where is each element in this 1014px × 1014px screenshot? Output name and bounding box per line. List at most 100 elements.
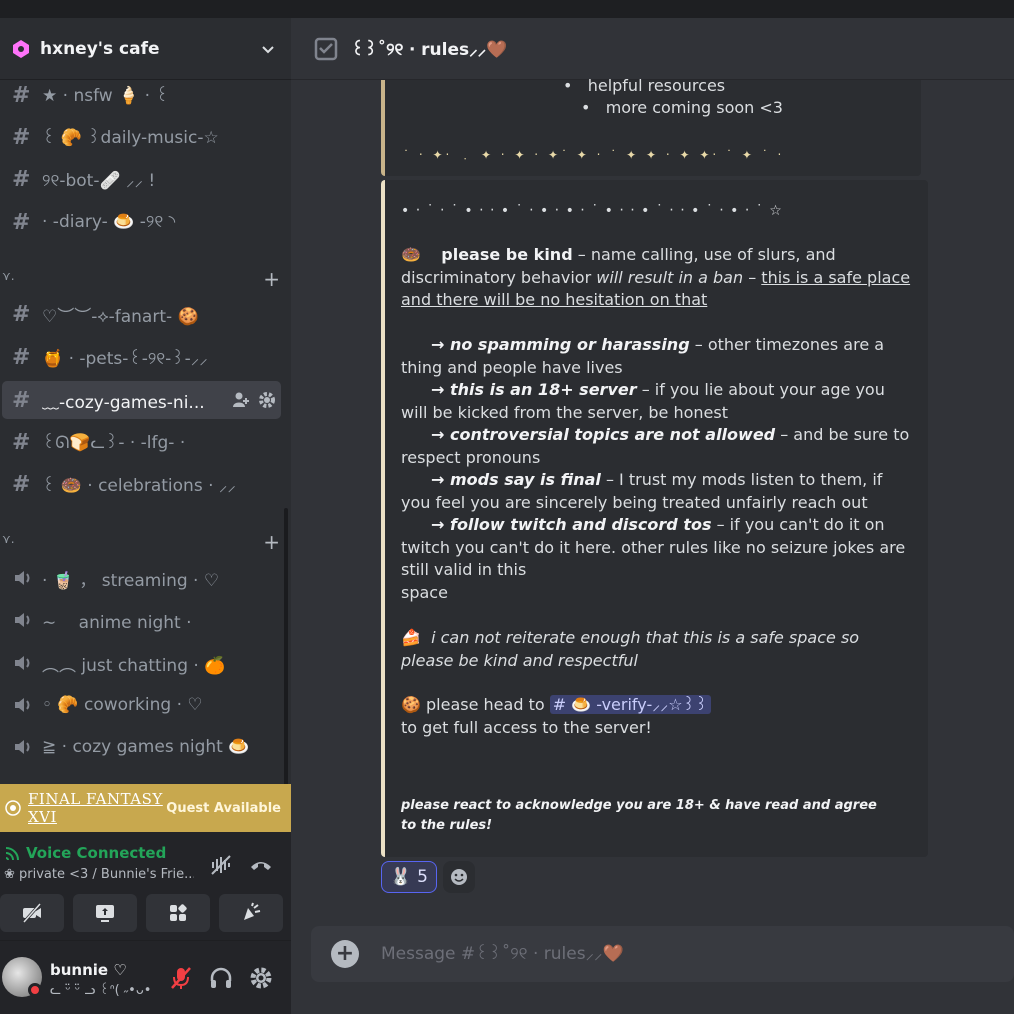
mic-muted-icon[interactable] [168, 965, 194, 991]
channel-label: ∼ anime night ‧ [42, 612, 192, 633]
voice-channel-streaming[interactable]: ‧ 🧋 ， streaming ‧ ♡ [2, 559, 281, 597]
decorative-dots: • ‧ ˙ ‧ ˙ • ‧ ‧ • ˙ ‧ • ‧ • ‧ ˙ • ‧ ‧ • … [401, 203, 783, 219]
speaker-icon [12, 736, 42, 758]
channel-celebrations[interactable]: # ꒰ 🍩 ‧ celebrations ‧ ⸝⸝ [2, 465, 281, 503]
text-channel-locked-icon: # [12, 82, 31, 108]
speaker-locked-icon [12, 567, 42, 589]
channel-list: # ★ ‧ nsfw 🍦 ‧ ꒰ # ꒰ 🥐 ꒱daily-music-☆ #୨୧-… [0, 80, 291, 786]
channel-fanart[interactable]: # ♡︶︶-⟡-fanart- 🍪 [2, 295, 281, 333]
react-acknowledge: please react to acknowledge you are 18+ … [401, 798, 877, 833]
channel-diary[interactable]: # ‧ -diary- 🍮 -୨୧ ◝ [2, 203, 281, 241]
voice-channel-anime-night[interactable]: ∼ anime night ‧ [2, 601, 281, 639]
quest-banner[interactable]: FINAL FANTASY XVI Quest Available [0, 784, 291, 832]
channel-label: ≧ ‧ cozy games night 🍮 [42, 737, 250, 757]
quest-game-logo: FINAL FANTASY XVI [28, 790, 163, 826]
channel-daily-music[interactable]: # ꒰ 🥐 ꒱daily-music-☆ [2, 118, 281, 156]
dnd-status-icon [28, 983, 42, 997]
text-channel-icon: # [12, 124, 31, 150]
username[interactable]: bunnie ♡ [50, 961, 127, 979]
text-channel-locked-icon: # [12, 166, 31, 192]
list-item: • more coming soon <3 [581, 98, 783, 117]
voice-channel-cozy-games-night[interactable]: ≧ ‧ cozy games night 🍮 [2, 728, 281, 766]
category-header[interactable]: ⋎. + [0, 532, 280, 552]
voice-channel-coworking[interactable]: ◦ 🥐 coworking ‧ ♡ [2, 686, 281, 724]
activities-button[interactable] [146, 894, 210, 932]
channel-label: ︵︵ just chatting ‧ 🍊 [42, 655, 226, 676]
window-top-strip [0, 0, 1014, 18]
text-channel-icon: # [12, 344, 31, 370]
camera-off-icon [22, 903, 42, 923]
decorative-stars: ˙ ‧ ✦‧ ﹒ ✦ ‧ ✦ ‧ ✦˙ ✦ ‧ ˙ ✦ ✦ ‧ ✦ ✦‧ ˙ ✦… [403, 148, 785, 162]
category-label: ⋎. [2, 532, 15, 546]
text-channel-icon: # [12, 387, 31, 413]
rules-channel-icon [314, 37, 338, 60]
channel-label: ◦ 🥐 coworking ‧ ♡ [42, 695, 203, 715]
screen-share-icon [96, 905, 114, 922]
sidebar-scrollbar[interactable] [284, 508, 288, 798]
reactions-bar: 🐰 5 [381, 861, 475, 893]
add-channel-icon[interactable]: + [263, 532, 280, 552]
text-channel-locked-icon: # [12, 429, 31, 455]
voice-connected-label: Voice Connected [26, 844, 167, 862]
verify-instruction: 🍪 please head to # 🍮 -verify-⸝⸝☆꒱꒱ to get… [401, 694, 916, 739]
speaker-icon [12, 694, 42, 716]
server-header[interactable]: hxney's cafe [0, 18, 291, 80]
speaker-icon [12, 652, 42, 674]
server-name: hxney's cafe [40, 38, 160, 59]
soundboard-button[interactable] [219, 894, 283, 932]
rule-controversial: → controversial topics are not allowed –… [401, 425, 910, 467]
rule-18plus: → this is an 18+ server – if you lie abo… [401, 380, 885, 422]
rule-tos: → follow twitch and discord tos – if you… [401, 515, 906, 602]
channel-lfg[interactable]: # ꒰ᘏ🍞ᓚ꒱- ‧ -lfg- ‧ [2, 423, 281, 461]
reaction-pill[interactable]: 🐰 5 [381, 861, 437, 893]
rule-mods-final: → mods say is final – I trust my mods li… [401, 470, 883, 512]
channel-bot[interactable]: #୨୧-bot-🩹 ⸝⸝ ! [2, 160, 281, 198]
add-channel-icon[interactable]: + [263, 269, 280, 289]
noise-suppression-icon[interactable] [208, 852, 234, 878]
channel-cozy-games[interactable]: # ﹏-cozy-games-ni... [2, 381, 281, 419]
voice-channel-just-chatting[interactable]: ︵︵ just chatting ‧ 🍊 [2, 644, 281, 682]
channel-pets[interactable]: # 🍯 ‧ -pets-꒰-୨୧-꒱-⸝⸝ [2, 338, 281, 376]
message-embed: • helpful resources • more coming soon <… [381, 76, 921, 176]
text-channel-icon: # [12, 301, 31, 327]
speaker-icon [12, 609, 42, 631]
message-composer: + [311, 926, 1014, 982]
screen-share-button[interactable] [73, 894, 137, 932]
voice-panel: Voice Connected ❀ private <3 / Bunnie's … [0, 832, 291, 940]
user-custom-status: ᓚ ᵕ̈ ᵕ̈ ᓗ ꒰ᐢ( ˶•ᴗ• [50, 983, 152, 998]
attach-plus-icon[interactable]: + [331, 940, 359, 968]
channel-nsfw[interactable]: # ★ ‧ nsfw 🍦 ‧ ꒰ [2, 76, 281, 114]
main-chat: ꒰꒱˚୨୧ ‧ rules⸝⸝🤎 • helpful resources • m… [291, 18, 1014, 1014]
smiley-icon [451, 869, 467, 885]
crystal-icon [5, 800, 21, 816]
channel-sidebar: hxney's cafe # ★ ‧ nsfw 🍦 ‧ ꒰ # ꒰ 🥐 ꒱daily… [0, 18, 291, 1014]
create-invite-icon[interactable] [231, 390, 251, 410]
category-header[interactable]: ⋎. + [0, 269, 280, 289]
channel-label: ★ ‧ nsfw 🍦 ‧ ꒰ [42, 86, 169, 106]
user-settings-gear-icon[interactable] [248, 965, 274, 991]
activities-icon [170, 904, 187, 921]
soundboard-icon [244, 902, 261, 920]
gear-icon[interactable] [257, 390, 277, 410]
category-label: ⋎. [2, 269, 15, 283]
bunny-emoji-icon: 🐰 [390, 867, 412, 887]
list-item: • helpful resources [563, 76, 726, 95]
channel-title: ꒰꒱˚୨୧ ‧ rules⸝⸝🤎 [351, 40, 508, 60]
disconnect-icon[interactable] [248, 852, 274, 878]
add-reaction-button[interactable] [443, 861, 475, 893]
verify-channel-mention[interactable]: # 🍮 -verify-⸝⸝☆꒱꒱ [549, 695, 711, 714]
rule-no-spam: → no spamming or harassing – other timez… [401, 335, 885, 377]
channel-label: ꒰ 🍩 ‧ celebrations ‧ ⸝⸝ [42, 475, 236, 496]
voice-status[interactable]: Voice Connected [4, 844, 166, 862]
reaction-count: 5 [417, 867, 428, 887]
user-panel: bunnie ♡ ᓚ ᵕ̈ ᵕ̈ ᓗ ꒰ᐢ( ˶•ᴗ• [0, 940, 291, 1014]
channel-label: ♡︶︶-⟡-fanart- 🍪 [42, 306, 199, 327]
text-channel-icon: # [12, 471, 31, 497]
camera-button[interactable] [0, 894, 64, 932]
rule-be-kind: 🍩 please be kind – name calling, use of … [401, 245, 911, 309]
voice-channel-name[interactable]: ❀ private <3 / Bunnie's Frie... [4, 867, 194, 882]
chevron-down-icon[interactable] [259, 40, 277, 58]
channel-label: ꒰ 🥐 ꒱daily-music-☆ [42, 128, 219, 148]
headphones-icon[interactable] [208, 965, 234, 991]
message-input[interactable] [381, 944, 981, 964]
